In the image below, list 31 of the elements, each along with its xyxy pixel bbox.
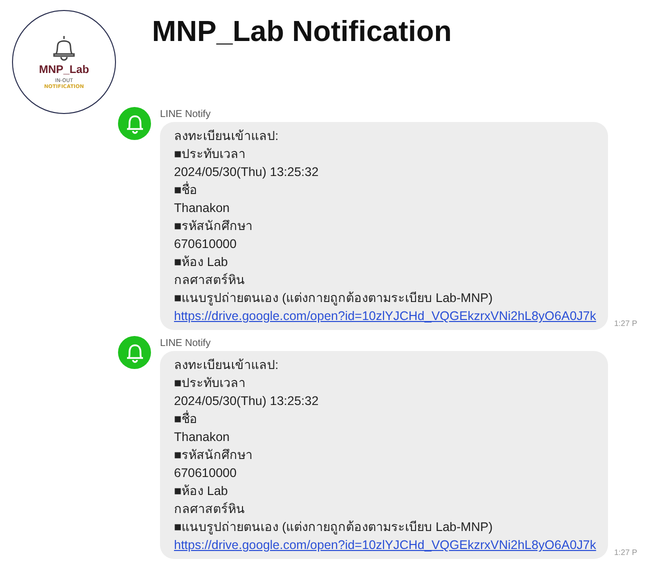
message-time: 1:27 P — [614, 548, 638, 557]
drive-link[interactable]: https://drive.google.com/open?id=10zlYJCHd_VQGEkzrxVNi2hL8yO6A0J7k — [174, 307, 596, 325]
sender-name: LINE Notify — [160, 338, 212, 349]
message-line: ■รหัสนักศึกษา — [174, 218, 254, 235]
message-line: ■ชื่อ — [174, 410, 199, 428]
drive-link[interactable]: https://drive.google.com/open?id=10zlYJCHd_VQGEkzrxVNi2hL8yO6A0J7k — [174, 536, 596, 554]
sender-name: LINE Notify — [160, 109, 212, 120]
message-line: ■รหัสนักศึกษา — [174, 447, 254, 464]
page-title: MNP_Lab Notification — [152, 16, 452, 49]
message-line: 2024/05/30(Thu) 13:25:32 — [174, 393, 320, 410]
message-line: 670610000 — [174, 465, 238, 482]
message-line: Thanakon — [174, 429, 231, 446]
message-line: Thanakon — [174, 200, 231, 217]
message-line: 670610000 — [174, 236, 238, 253]
message-line: ■ประทับเวลา — [174, 375, 247, 392]
message-line: 2024/05/30(Thu) 13:25:32 — [174, 164, 320, 181]
message-line: ■ห้อง Lab — [174, 483, 229, 500]
bell-avatar-icon — [118, 336, 151, 369]
message-line: ■ห้อง Lab — [174, 254, 229, 271]
message-line: ลงทะเบียนเข้าแลป: — [174, 357, 280, 374]
logo-name: MNP_Lab — [38, 64, 90, 76]
message-line: ลงทะเบียนเข้าแลป: — [174, 128, 280, 145]
message-line: ■ประทับเวลา — [174, 146, 247, 163]
message-time: 1:27 P — [614, 319, 638, 328]
message-line: ■ชื่อ — [174, 181, 199, 199]
bell-avatar-icon — [118, 107, 151, 140]
message-line: ■แนบรูปถ่ายตนเอง (แต่งกายถูกต้องตามระเบียบ Lab-MNP) — [174, 290, 494, 307]
message-line: กลศาสตร์หิน — [174, 501, 246, 518]
bell-icon — [51, 34, 77, 62]
message-line: ■แนบรูปถ่ายตนเอง (แต่งกายถูกต้องตามระเบียบ Lab-MNP) — [174, 519, 494, 536]
message-line: กลศาสตร์หิน — [174, 272, 246, 289]
